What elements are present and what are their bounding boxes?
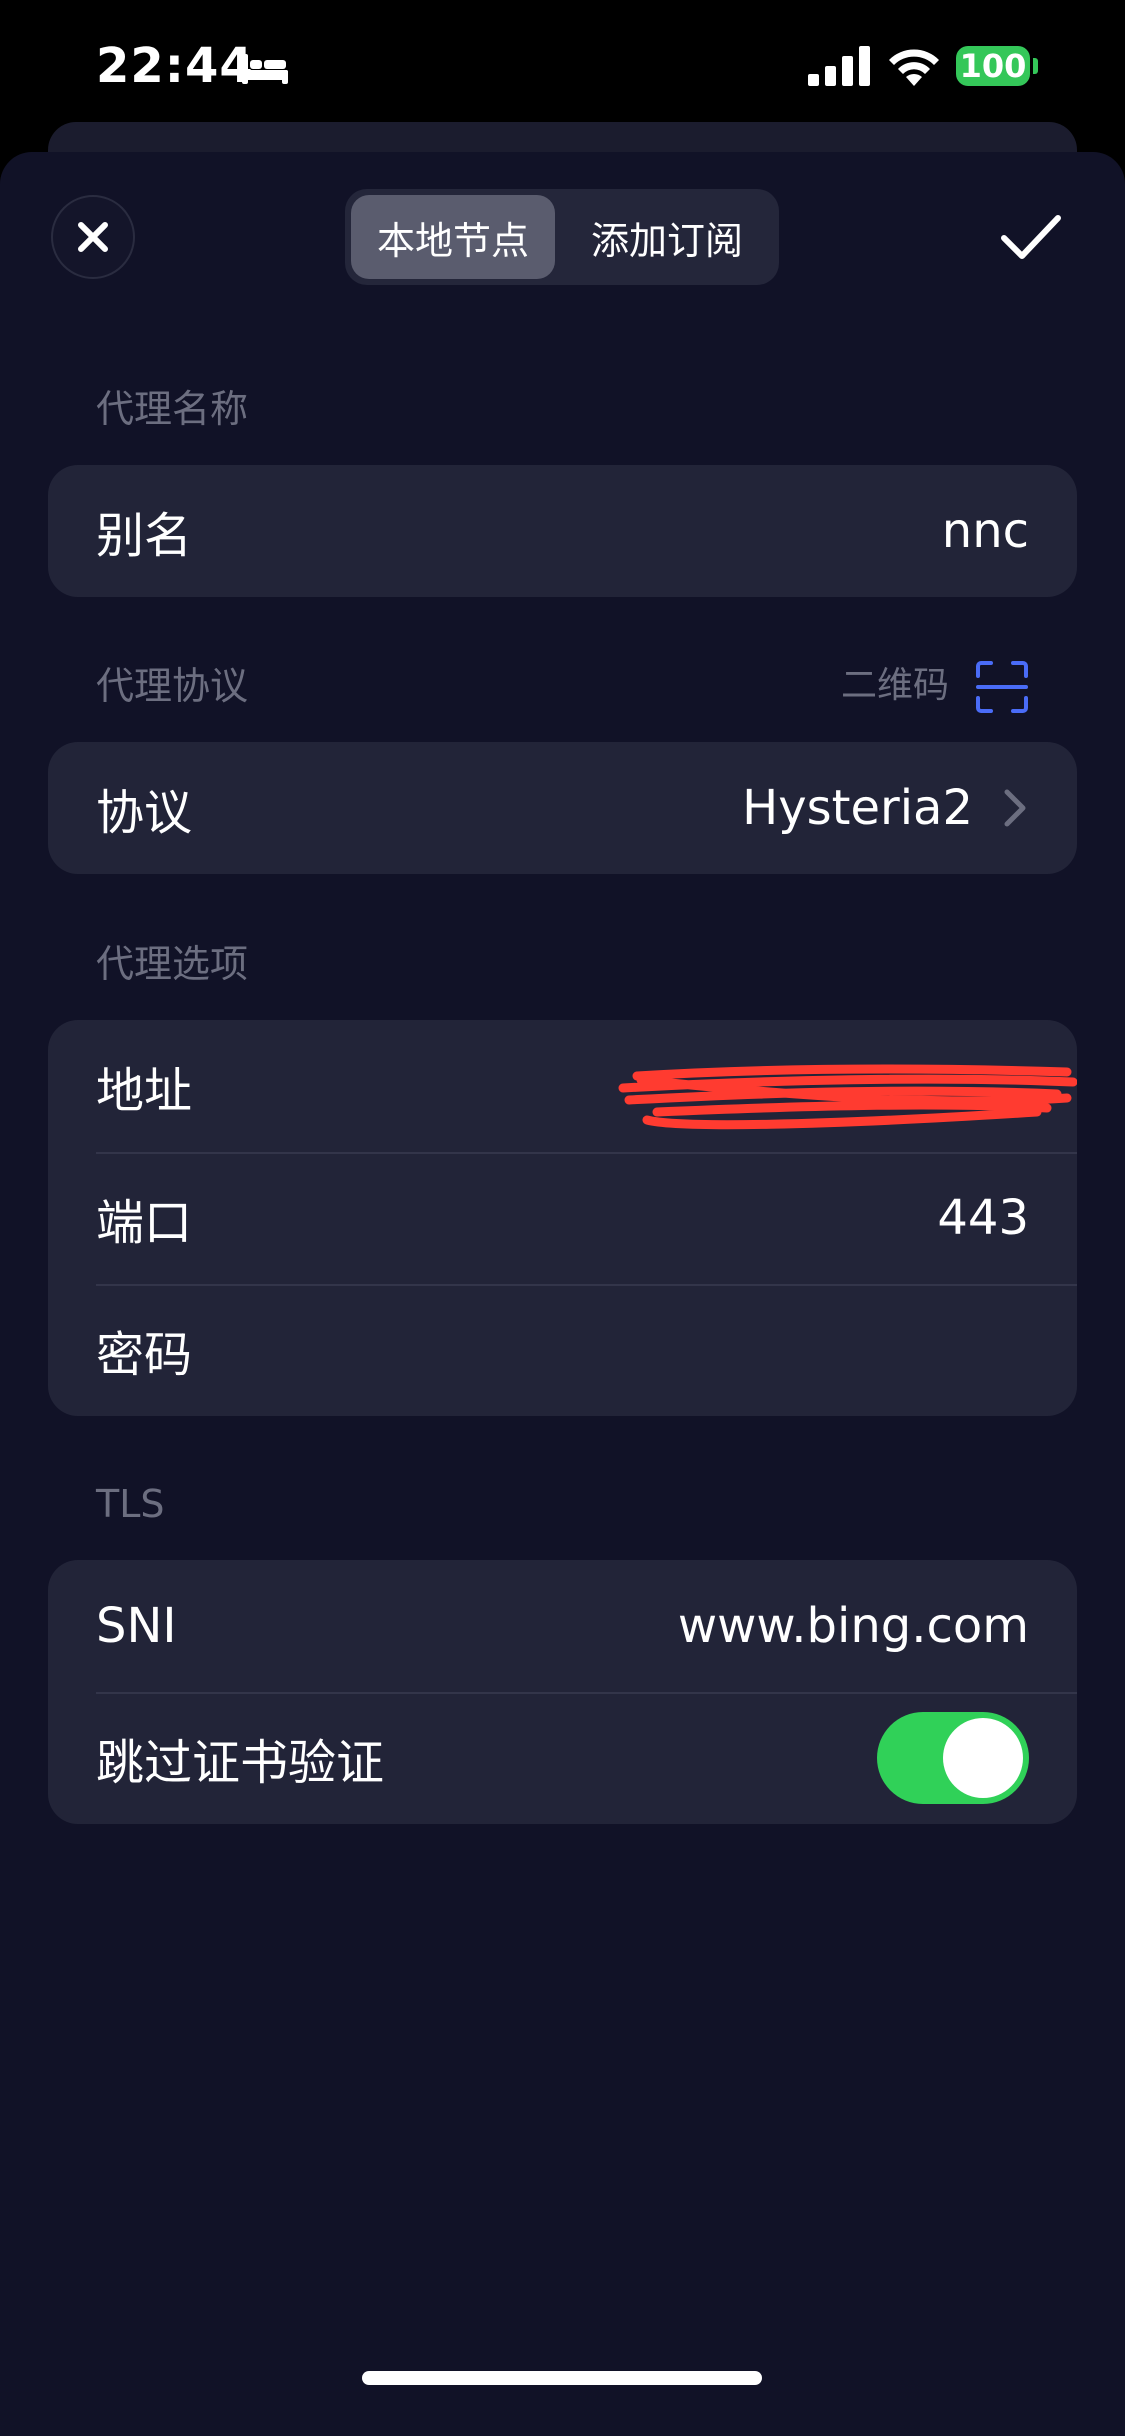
qr-code-label[interactable]: 二维码 (841, 662, 949, 710)
mode-segmented-control: 本地节点 添加订阅 (345, 189, 779, 285)
row-label: SNI (96, 1598, 177, 1654)
battery-icon: 100 (956, 46, 1030, 86)
close-button[interactable] (51, 195, 135, 279)
tab-local-node[interactable]: 本地节点 (351, 195, 555, 279)
row-label: 跳过证书验证 (96, 1735, 385, 1791)
row-label: 协议 (96, 785, 193, 841)
row-sni[interactable]: SNI www.bing.com (48, 1560, 1077, 1692)
status-bar: 22:44 100 (0, 0, 1125, 135)
home-indicator (362, 2371, 762, 2385)
toggle-knob (943, 1718, 1023, 1798)
row-alias[interactable]: 别名 nnc (48, 465, 1077, 597)
section-label-tls: TLS (96, 1482, 165, 1526)
tab-add-subscription[interactable]: 添加订阅 (561, 195, 773, 279)
card-name: 别名 nnc (48, 465, 1077, 597)
row-password[interactable]: 密码 (48, 1284, 1077, 1416)
skip-cert-verify-toggle[interactable] (877, 1712, 1029, 1804)
wifi-icon (889, 49, 939, 86)
section-label-options: 代理选项 (96, 942, 249, 986)
row-skip-cert-verify: 跳过证书验证 (48, 1692, 1077, 1824)
chevron-right-icon (1004, 789, 1026, 827)
protocol-value: Hysteria2 (742, 780, 1029, 836)
battery-level: 100 (959, 47, 1027, 85)
battery-tip (1033, 58, 1038, 74)
protocol-value-text: Hysteria2 (742, 780, 973, 836)
section-label-protocol: 代理协议 (96, 664, 249, 708)
bed-icon (242, 54, 288, 84)
section-label-name: 代理名称 (96, 387, 249, 431)
confirm-button[interactable] (1000, 210, 1062, 264)
qr-scan-icon[interactable] (975, 660, 1029, 714)
sni-value[interactable]: www.bing.com (678, 1598, 1029, 1654)
row-label: 端口 (96, 1195, 193, 1251)
cellular-signal-icon (808, 46, 870, 86)
redaction-scribble (618, 1064, 1077, 1130)
row-port[interactable]: 端口 443 (48, 1152, 1077, 1284)
port-value[interactable]: 443 (937, 1190, 1029, 1246)
row-address[interactable]: 地址 (48, 1020, 1077, 1152)
row-label: 地址 (96, 1063, 193, 1119)
alias-value[interactable]: nnc (942, 503, 1029, 559)
card-options: 地址 端口 443 密码 (48, 1020, 1077, 1416)
card-protocol: 协议 Hysteria2 (48, 742, 1077, 874)
row-label: 密码 (96, 1327, 193, 1383)
row-protocol[interactable]: 协议 Hysteria2 (48, 742, 1077, 874)
status-time: 22:44 (96, 38, 254, 94)
close-icon (78, 222, 108, 252)
card-tls: SNI www.bing.com 跳过证书验证 (48, 1560, 1077, 1824)
row-label: 别名 (96, 508, 193, 564)
edit-proxy-sheet: 本地节点 添加订阅 代理名称 别名 nnc 代理协议 二维码 协议 Hyster… (0, 152, 1125, 2436)
